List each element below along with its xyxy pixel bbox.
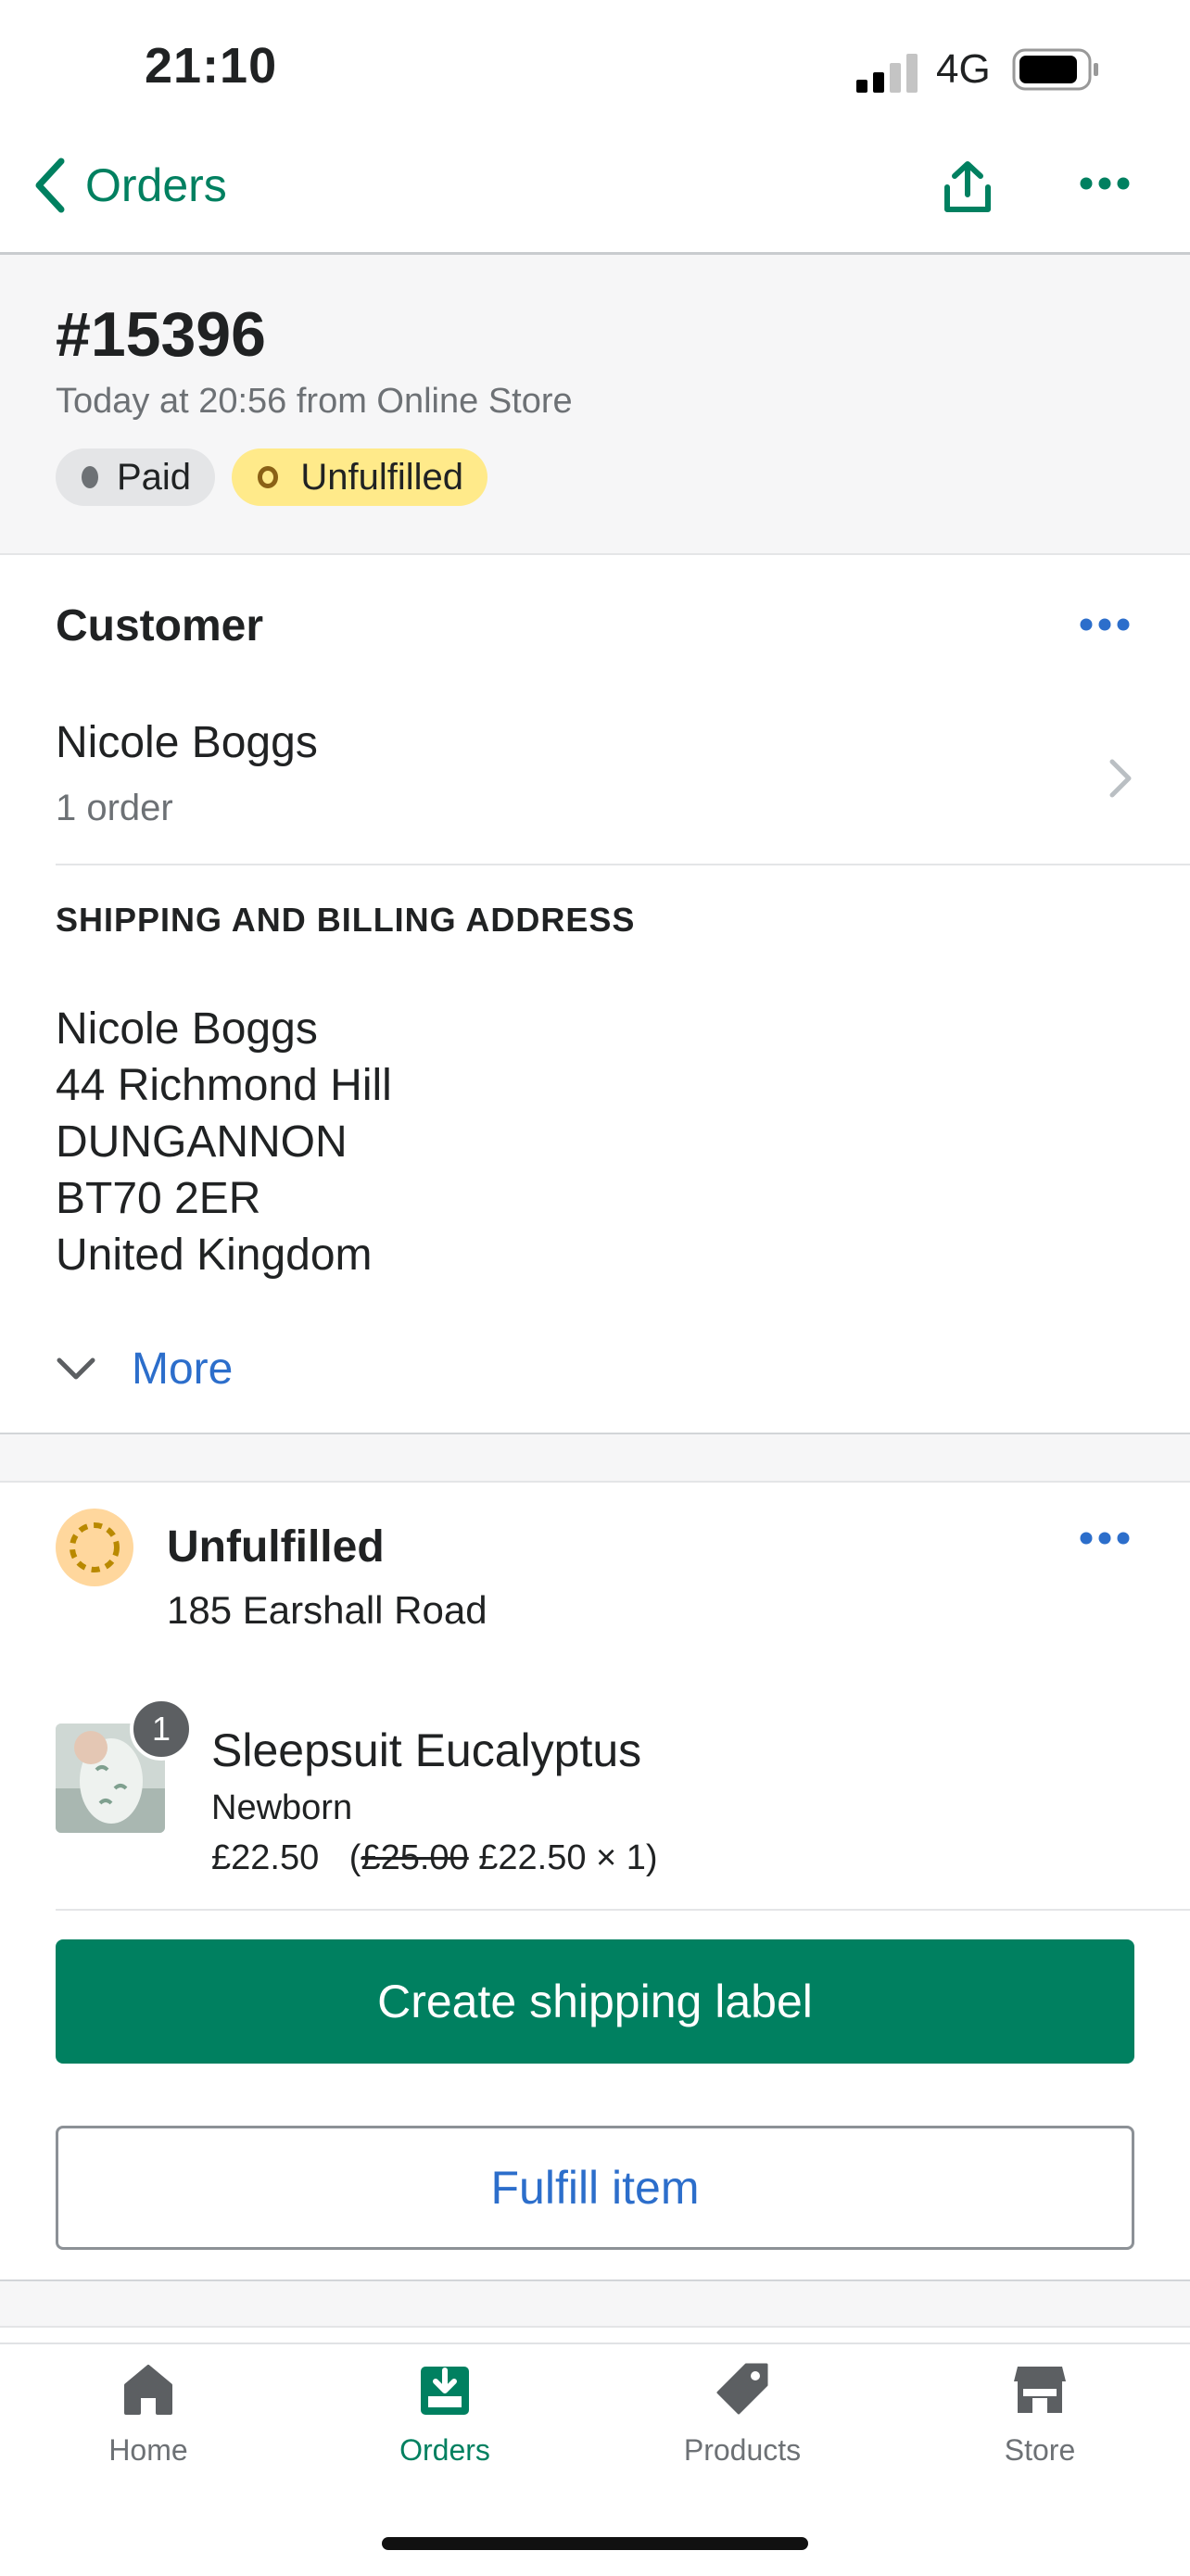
tab-orders[interactable]: Orders	[334, 2361, 556, 2468]
more-label: More	[132, 1345, 234, 1394]
create-shipping-label-button[interactable]: Create shipping label	[56, 1939, 1134, 2064]
separator	[56, 1909, 1190, 1911]
tab-products[interactable]: Products	[631, 2361, 854, 2468]
fulfillment-more-button[interactable]	[1079, 1529, 1131, 1552]
tab-store[interactable]: Store	[929, 2361, 1151, 2468]
fulfillment-location: 185 Earshall Road	[167, 1588, 487, 1632]
battery-icon	[1012, 48, 1101, 95]
product-variant: Newborn	[211, 1788, 353, 1827]
address-line: 44 Richmond Hill	[56, 1061, 392, 1110]
customer-title: Customer	[56, 601, 264, 650]
chevron-right-icon	[1109, 759, 1132, 798]
original-price: £25.00	[361, 1838, 469, 1877]
product-price-line: £22.50 (£25.00 £22.50 × 1)	[211, 1838, 658, 1877]
chevron-down-icon	[57, 1357, 95, 1379]
separator	[56, 864, 1190, 865]
address-heading: SHIPPING AND BILLING ADDRESS	[56, 901, 636, 939]
fulfillment-status: Unfulfilled	[167, 1522, 385, 1572]
customer-order-count: 1 order	[56, 788, 173, 828]
tab-home[interactable]: Home	[37, 2361, 260, 2468]
card-separator	[0, 2279, 1190, 2328]
tag-icon	[716, 2363, 768, 2415]
fulfill-item-button[interactable]: Fulfill item	[56, 2126, 1134, 2250]
unfulfilled-label: Unfulfilled	[300, 456, 463, 498]
status-time: 21:10	[145, 38, 278, 94]
unit-line: £22.50 × 1	[478, 1838, 646, 1877]
address-line: DUNGANNON	[56, 1118, 348, 1167]
order-meta: Today at 20:56 from Online Store	[56, 382, 573, 421]
order-number: #15396	[56, 299, 266, 370]
ellipsis-icon	[1080, 177, 1130, 190]
store-icon	[1014, 2367, 1066, 2413]
network-type: 4G	[936, 46, 991, 92]
tab-home-label: Home	[108, 2433, 188, 2467]
ellipsis-icon	[1080, 618, 1130, 631]
product-price: £22.50	[211, 1838, 320, 1877]
address-block: Nicole Boggs 44 Richmond Hill DUNGANNON …	[56, 1001, 392, 1283]
home-indicator	[382, 2537, 808, 2550]
orders-icon	[421, 2367, 469, 2415]
status-dot-icon	[82, 466, 98, 488]
chevron-left-icon	[35, 158, 65, 213]
customer-row[interactable]: Nicole Boggs 1 order	[0, 704, 1190, 864]
tab-orders-label: Orders	[399, 2433, 490, 2467]
customer-name: Nicole Boggs	[56, 718, 318, 767]
paid-label: Paid	[116, 456, 191, 498]
tab-products-label: Products	[683, 2433, 802, 2467]
card-separator	[0, 1433, 1190, 1483]
unfulfilled-badge: Unfulfilled	[232, 448, 487, 506]
signal-icon	[855, 52, 921, 97]
ellipsis-icon	[1080, 1532, 1130, 1545]
address-line: Nicole Boggs	[56, 1004, 318, 1054]
paid-badge: Paid	[56, 448, 215, 506]
home-icon	[124, 2365, 172, 2415]
back-button[interactable]: Orders	[33, 158, 227, 213]
tab-store-label: Store	[1004, 2433, 1076, 2467]
share-icon	[944, 161, 991, 212]
back-label: Orders	[85, 159, 227, 211]
quantity-badge: 1	[130, 1698, 193, 1761]
share-button[interactable]	[942, 159, 994, 220]
more-actions-button[interactable]	[1079, 174, 1131, 197]
customer-more-button[interactable]	[1079, 615, 1131, 638]
status-ring-icon	[258, 466, 279, 488]
product-name[interactable]: Sleepsuit Eucalyptus	[211, 1724, 641, 1777]
address-line: BT70 2ER	[56, 1174, 261, 1223]
unfulfilled-icon	[56, 1509, 133, 1591]
address-line: United Kingdom	[56, 1231, 373, 1280]
more-toggle[interactable]: More	[56, 1344, 233, 1395]
